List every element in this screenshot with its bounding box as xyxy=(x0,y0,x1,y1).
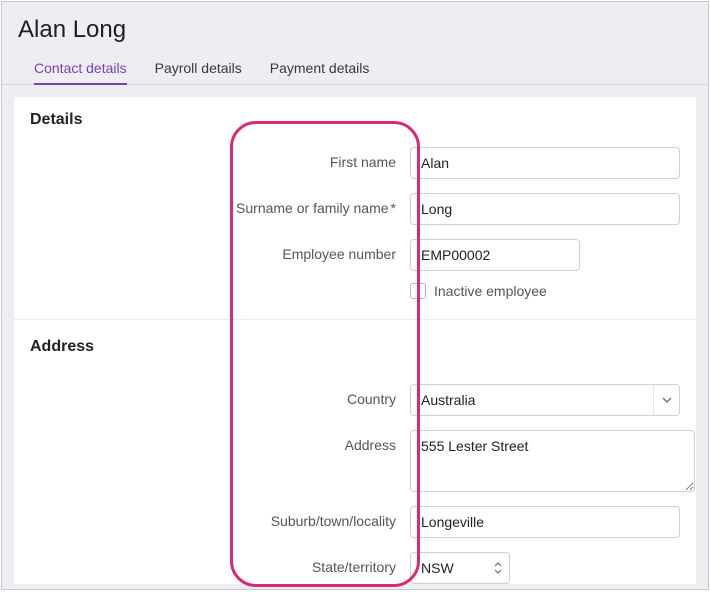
address-textarea[interactable] xyxy=(410,430,695,492)
label-state: State/territory xyxy=(30,552,410,575)
inactive-employee-checkbox[interactable] xyxy=(410,283,426,299)
label-suburb: Suburb/town/locality xyxy=(30,506,410,529)
content-panel: Details First name Surname or family nam… xyxy=(14,97,696,584)
label-inactive-employee: Inactive employee xyxy=(434,283,547,299)
label-country: Country xyxy=(30,384,410,407)
required-mark: * xyxy=(389,200,396,216)
section-divider xyxy=(14,319,696,320)
label-address: Address xyxy=(30,430,410,453)
state-select[interactable] xyxy=(410,552,510,584)
tab-contact-details[interactable]: Contact details xyxy=(34,60,127,84)
suburb-input[interactable] xyxy=(410,506,680,538)
tab-payroll-details[interactable]: Payroll details xyxy=(155,60,242,84)
employee-number-input[interactable] xyxy=(410,239,580,271)
tabs: Contact details Payroll details Payment … xyxy=(18,60,692,84)
page-title: Alan Long xyxy=(18,16,692,44)
label-employee-number: Employee number xyxy=(30,239,410,262)
first-name-input[interactable] xyxy=(410,147,680,179)
surname-input[interactable] xyxy=(410,193,680,225)
tab-payment-details[interactable]: Payment details xyxy=(270,60,370,84)
label-first-name: First name xyxy=(30,147,410,170)
country-select[interactable] xyxy=(410,384,680,416)
section-title-address: Address xyxy=(30,338,680,356)
label-surname: Surname or family name* xyxy=(30,193,410,216)
section-title-details: Details xyxy=(30,111,680,129)
